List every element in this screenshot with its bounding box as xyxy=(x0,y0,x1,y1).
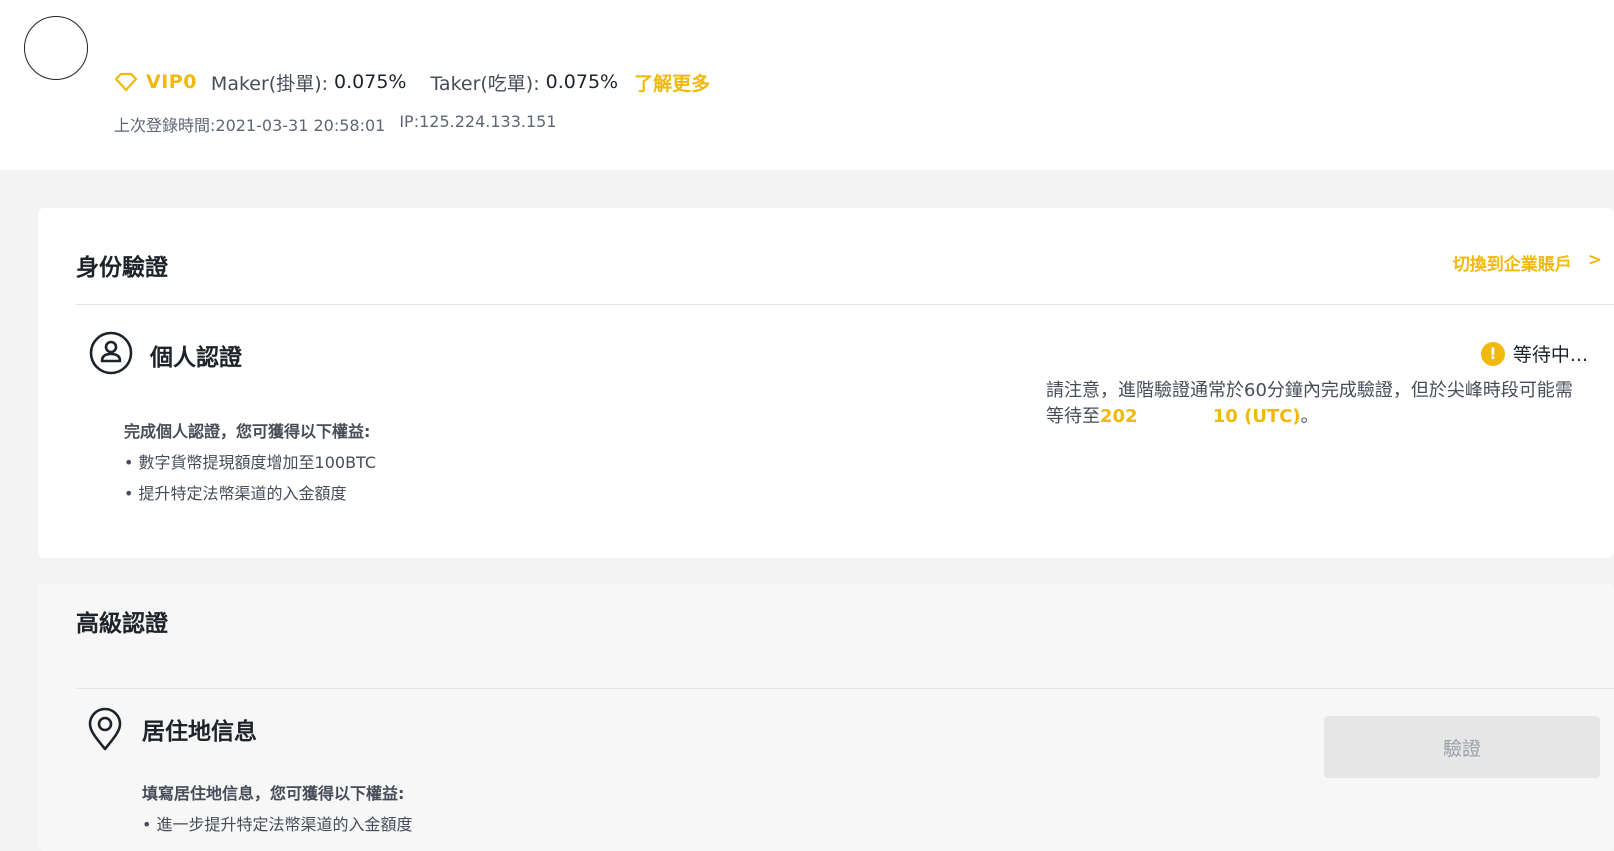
personal-verification-title: 個人認證 xyxy=(150,345,242,371)
last-login-ip: IP:125.224.133.151 xyxy=(399,112,557,131)
notice-end: 。 xyxy=(1300,406,1319,427)
list-item: • 提升特定法幣渠道的入金額度 xyxy=(124,484,347,503)
account-header: VIP0 Maker(掛單): 0.075% Taker(吃單): 0.075%… xyxy=(0,0,1614,170)
diamond-icon xyxy=(114,72,138,92)
user-circle-icon xyxy=(89,331,133,375)
personal-benefit-heading: 完成個人認證，您可獲得以下權益: xyxy=(124,422,371,441)
avatar[interactable] xyxy=(24,16,88,80)
advanced-verification-card: 高級認證 居住地信息 驗證 填寫居住地信息，您可獲得以下權益: • 進一步提升特… xyxy=(38,584,1614,851)
list-item: • 進一步提升特定法幣渠道的入金額度 xyxy=(142,815,413,834)
advanced-verification-title: 高級認證 xyxy=(76,611,168,637)
chevron-right-icon: > xyxy=(1587,250,1602,270)
maker-fee-label: Maker(掛單): xyxy=(210,72,329,95)
list-item: • 數字貨幣提現額度增加至100BTC xyxy=(124,453,377,472)
location-pin-icon xyxy=(88,707,122,751)
verification-notice: 請注意，進階驗證通常於60分鐘內完成驗證，但於尖峰時段可能需等待至202 10 … xyxy=(1046,378,1586,430)
status-label: 等待中... xyxy=(1512,344,1588,366)
vip-fee-row: VIP0 Maker(掛單): 0.075% Taker(吃單): 0.075%… xyxy=(114,68,710,96)
identity-verification-title: 身份驗證 xyxy=(76,255,168,281)
last-login-time: 上次登錄時間:2021-03-31 20:58:01 xyxy=(114,116,386,135)
identity-verification-card: 身份驗證 切換到企業賬戶 > 個人認證 ! 等待中... 請注意，進階驗證通常於… xyxy=(38,208,1614,558)
divider xyxy=(76,304,1614,305)
switch-link-label: 切換到企業賬戶 xyxy=(1452,255,1572,275)
verification-status: ! 等待中... xyxy=(1480,340,1588,367)
learn-more-link[interactable]: 了解更多 xyxy=(634,69,710,96)
last-login-info: 上次登錄時間:2021-03-31 20:58:01 IP:125.224.13… xyxy=(114,112,557,136)
divider xyxy=(76,688,1614,689)
residence-info-title: 居住地信息 xyxy=(142,719,257,745)
residence-benefit-heading: 填寫居住地信息，您可獲得以下權益: xyxy=(142,784,405,803)
warning-icon: ! xyxy=(1480,341,1505,366)
taker-fee-value: 0.075% xyxy=(545,71,619,93)
taker-fee-label: Taker(吃單): xyxy=(430,72,540,95)
notice-time: 202 10 (UTC) xyxy=(1100,406,1301,427)
verify-button[interactable]: 驗證 xyxy=(1324,716,1600,778)
maker-fee-value: 0.075% xyxy=(334,71,407,93)
switch-to-business-link[interactable]: 切換到企業賬戶 > xyxy=(1453,250,1602,275)
vip-level: VIP0 xyxy=(146,71,197,93)
